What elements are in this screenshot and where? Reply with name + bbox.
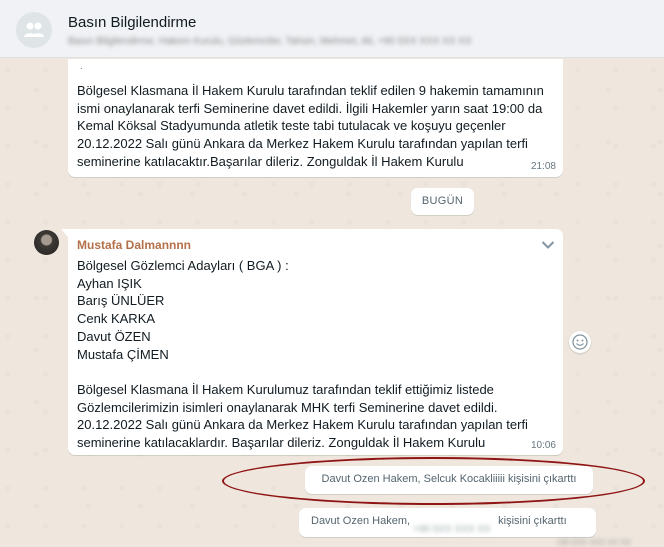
- sender-avatar[interactable]: [34, 230, 59, 255]
- group-avatar-icon[interactable]: [16, 12, 52, 48]
- message-text: Bölgesel Gözlemci Adayları ( BGA ) : Ayh…: [77, 258, 528, 451]
- chevron-down-icon[interactable]: [541, 237, 555, 255]
- message-text: Bölgesel Klasmana İl Hakem Kurulu tarafı…: [77, 83, 544, 169]
- message-bubble[interactable]: Mustafa Dalmannnn Bölgesel Gözlemci Aday…: [61, 229, 563, 455]
- system-message: Davut Ozen Hakem, Selcuk Kocakliiiii kiş…: [305, 466, 593, 494]
- message-time: 10:06: [530, 440, 556, 451]
- message-bubble[interactable]: . Bölgesel Klasmana İl Hakem Kurulu tara…: [68, 59, 563, 177]
- system-message: Davut Ozen Hakem, +90 5XX XXX XX kişisin…: [299, 508, 596, 537]
- redacted-footer: +90 5XX XXX XX XX: [556, 538, 631, 547]
- emoji-reaction-icon[interactable]: [569, 331, 591, 353]
- sender-name[interactable]: Mustafa Dalmannnn: [77, 238, 191, 252]
- system-message-part: kişisini çıkarttı: [498, 515, 567, 527]
- group-members-list: Basın Bilgilendirme, Hakem Kurulu, Gözle…: [68, 36, 472, 47]
- message-time: 21:08: [530, 161, 556, 172]
- group-title[interactable]: Basın Bilgilendirme: [68, 14, 196, 31]
- date-separator: BUGÜN: [411, 188, 474, 215]
- message-fragment: .: [80, 61, 83, 72]
- system-message-part: Davut Ozen Hakem,: [311, 515, 411, 527]
- chat-header[interactable]: Basın Bilgilendirme Basın Bilgilendirme,…: [0, 0, 664, 58]
- redacted-text: +90 5XX XXX XX: [413, 524, 491, 536]
